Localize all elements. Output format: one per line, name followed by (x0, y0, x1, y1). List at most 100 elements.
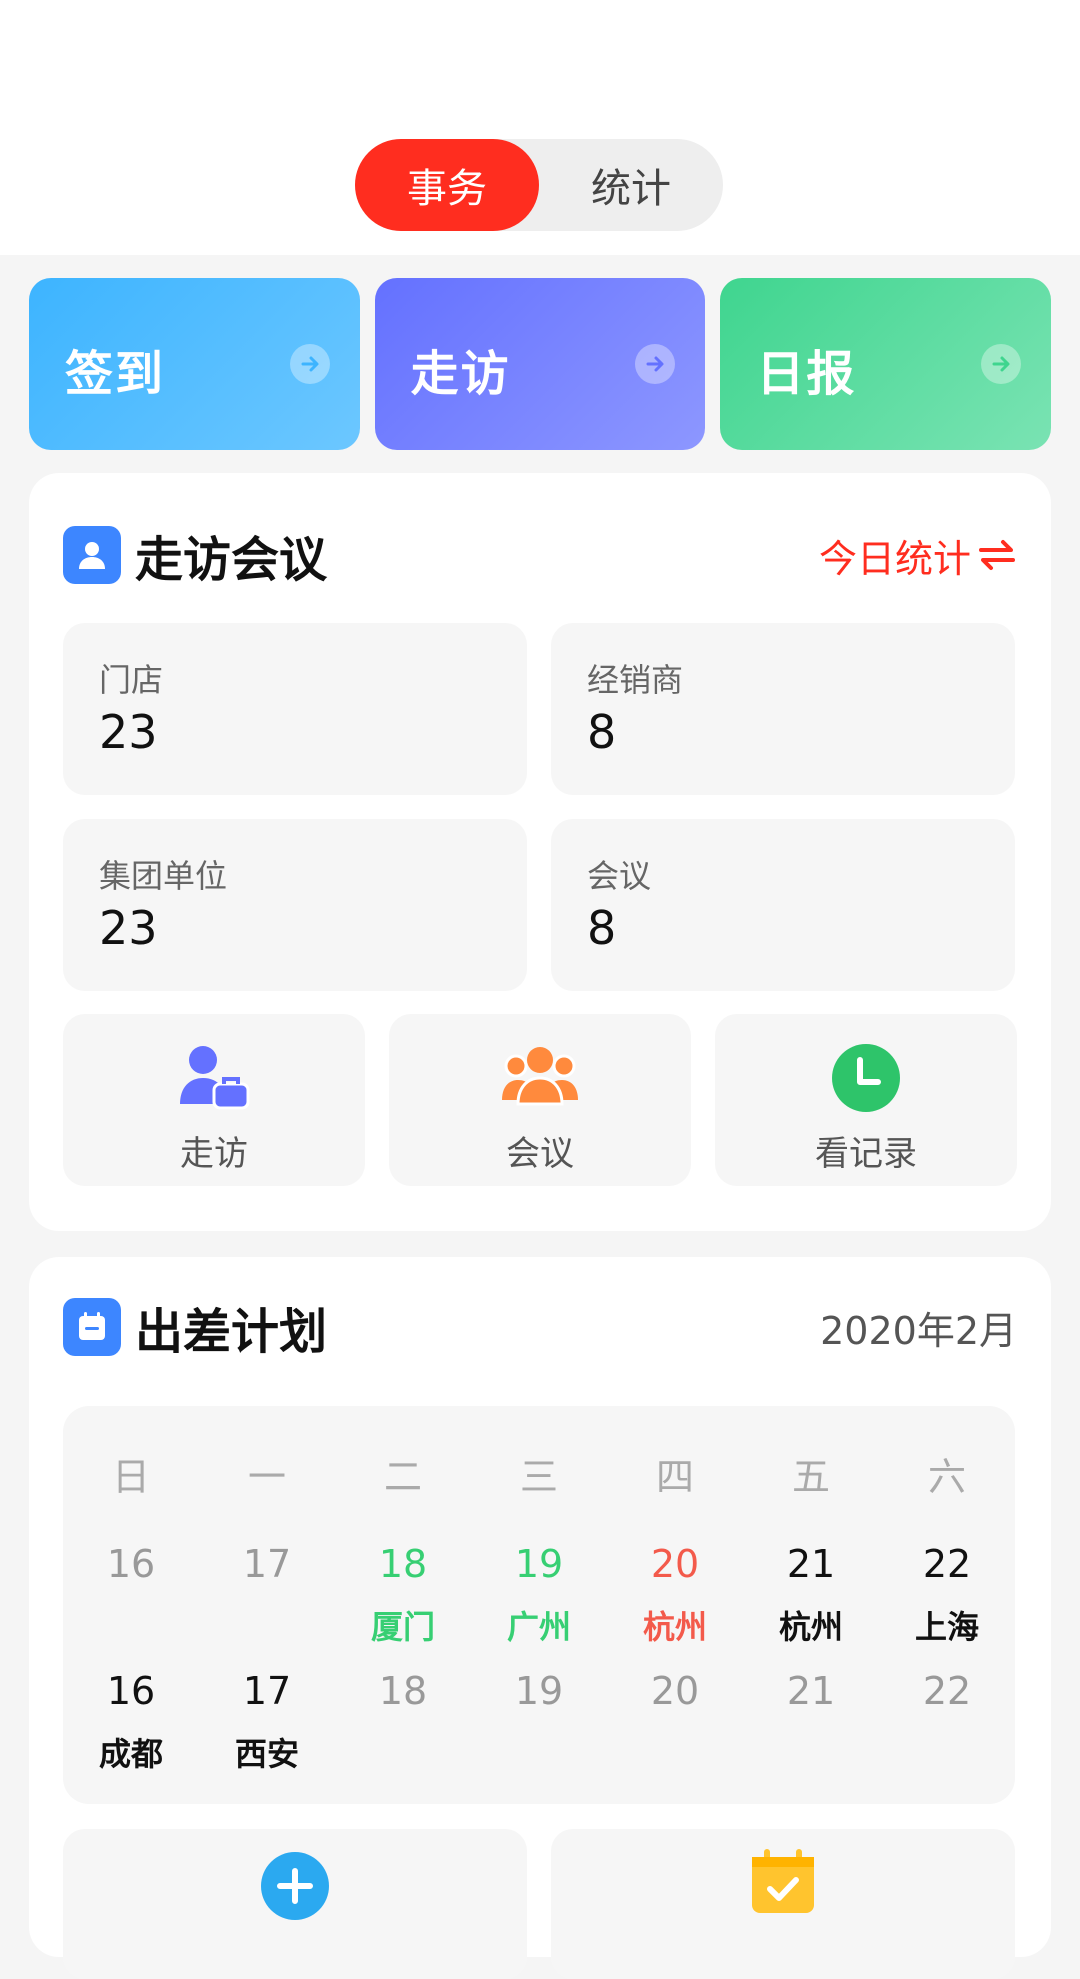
stat-label: 经销商 (587, 661, 684, 699)
day-number: 16 (106, 1542, 156, 1586)
weekday: 日 (111, 1455, 150, 1499)
today-stats-label: 今日统计 (818, 536, 971, 581)
calendar-week-row: 16 17 18 厦门 19 广州 20 杭州 21 杭州 22 上海 (63, 1542, 1015, 1646)
person-icon (63, 526, 121, 584)
group-icon (502, 1047, 578, 1106)
visit-button[interactable]: 走访 (374, 278, 706, 450)
calendar-icon (63, 1298, 121, 1356)
calendar-day[interactable]: 21 杭州 (743, 1542, 879, 1646)
check-in-button[interactable]: 签到 (29, 278, 360, 450)
calendar-day[interactable]: 16 (63, 1542, 199, 1640)
day-number: 21 (786, 1669, 836, 1713)
daily-report-button[interactable]: 日报 (720, 278, 1052, 450)
weekday: 二 (383, 1455, 422, 1499)
action-visit[interactable]: 走访 (63, 1014, 365, 1186)
calendar-day[interactable]: 19 (471, 1669, 607, 1767)
day-city: 广州 (506, 1608, 571, 1646)
calendar-day[interactable]: 19 广州 (471, 1542, 607, 1646)
arrow-right-icon (981, 344, 1022, 384)
day-city: 杭州 (778, 1608, 843, 1646)
calendar-check-icon (752, 1849, 814, 1913)
tab-affairs[interactable]: 事务 (355, 139, 539, 231)
trip-calendar: 日 一 二 三 四 五 六 16 17 18 厦门 19 广州 20 杭州 21 杭州 … (63, 1406, 1015, 1804)
trip-plan-card: 出差计划 2020年2月 日 一 二 三 四 五 六 16 17 18 厦门 19… (29, 1257, 1051, 1979)
arrow-right-icon (635, 344, 676, 384)
clock-icon (832, 1044, 900, 1112)
add-trip-button[interactable] (63, 1829, 527, 1979)
calendar-day[interactable]: 21 (743, 1669, 879, 1767)
stat-dealer[interactable]: 经销商 8 (551, 623, 1015, 795)
tab-stats[interactable]: 统计 (539, 139, 723, 231)
calendar-day-today[interactable]: 20 杭州 (607, 1542, 743, 1646)
switch-arrows-icon (979, 540, 1015, 570)
day-number: 19 (514, 1669, 564, 1713)
day-city (63, 1602, 199, 1640)
day-city: 上海 (914, 1608, 979, 1646)
calendar-day[interactable]: 18 (335, 1669, 471, 1767)
calendar-day[interactable]: 22 (879, 1669, 1015, 1767)
stat-value: 23 (99, 705, 158, 759)
day-city: 厦门 (370, 1608, 435, 1646)
stat-value: 8 (587, 705, 617, 759)
day-number: 21 (786, 1542, 836, 1586)
stat-label: 会议 (587, 857, 652, 895)
day-city: 成都 (98, 1735, 163, 1773)
stat-label: 门店 (99, 661, 164, 699)
daily-report-label: 日报 (756, 346, 857, 402)
trip-plan-title: 出差计划 (135, 1304, 328, 1360)
calendar-day[interactable]: 16 成都 (63, 1669, 199, 1773)
action-label: 会议 (506, 1134, 574, 1174)
weekday: 一 (247, 1455, 286, 1499)
day-number: 16 (106, 1669, 156, 1713)
trip-plan-header: 出差计划 2020年2月 (63, 1297, 1017, 1360)
check-in-label: 签到 (65, 346, 166, 402)
stat-value: 8 (587, 901, 617, 955)
plus-circle-icon (261, 1852, 329, 1920)
day-number: 20 (650, 1669, 700, 1713)
action-label: 走访 (180, 1134, 248, 1174)
calendar-day[interactable]: 17 西安 (199, 1669, 335, 1773)
day-number: 22 (922, 1542, 972, 1586)
visitor-icon (180, 1046, 250, 1110)
segmented-control: 事务 统计 (355, 139, 723, 231)
day-city (607, 1729, 743, 1767)
visit-meeting-header: 走访会议 今日统计 (63, 525, 1017, 588)
top-header: 事务 统计 (0, 0, 1080, 255)
calendar-day[interactable]: 20 (607, 1669, 743, 1767)
day-city: 杭州 (642, 1608, 707, 1646)
action-records[interactable]: 看记录 (715, 1014, 1017, 1186)
stat-store[interactable]: 门店 23 (63, 623, 527, 795)
weekday: 三 (519, 1455, 558, 1499)
day-city: 西安 (234, 1735, 299, 1773)
stat-value: 23 (99, 901, 158, 955)
action-meeting[interactable]: 会议 (389, 1014, 691, 1186)
stat-group-unit[interactable]: 集团单位 23 (63, 819, 527, 991)
weekday: 四 (655, 1455, 694, 1499)
month-selector[interactable]: 2020年2月 (820, 1300, 1017, 1355)
calendar-day[interactable]: 18 厦门 (335, 1542, 471, 1646)
calendar-day[interactable]: 22 上海 (879, 1542, 1015, 1646)
day-city (471, 1729, 607, 1767)
visit-label: 走访 (410, 346, 511, 402)
day-number: 17 (242, 1542, 292, 1586)
visit-meeting-card: 走访会议 今日统计 门店 23 经销商 8 集团单位 23 会议 8 走访 会议… (29, 473, 1051, 1231)
day-number: 22 (922, 1669, 972, 1713)
day-city (879, 1729, 1015, 1767)
calendar-week-row: 16 成都 17 西安 18 19 20 21 22 (63, 1669, 1015, 1773)
day-city (743, 1729, 879, 1767)
stat-meeting[interactable]: 会议 8 (551, 819, 1015, 991)
day-number: 20 (650, 1542, 700, 1586)
action-label: 看记录 (815, 1134, 917, 1174)
quick-actions: 签到 走访 日报 (29, 278, 1052, 450)
arrow-right-icon (289, 344, 330, 384)
calendar-day[interactable]: 17 (199, 1542, 335, 1640)
today-stats-link[interactable]: 今日统计 (819, 528, 1017, 583)
day-city (199, 1602, 335, 1640)
stat-label: 集团单位 (99, 857, 228, 895)
visit-meeting-title: 走访会议 (135, 532, 328, 588)
trip-schedule-button[interactable] (551, 1829, 1015, 1979)
day-number: 18 (378, 1542, 428, 1586)
day-city (335, 1729, 471, 1767)
day-number: 17 (242, 1669, 292, 1713)
day-number: 18 (378, 1669, 428, 1713)
